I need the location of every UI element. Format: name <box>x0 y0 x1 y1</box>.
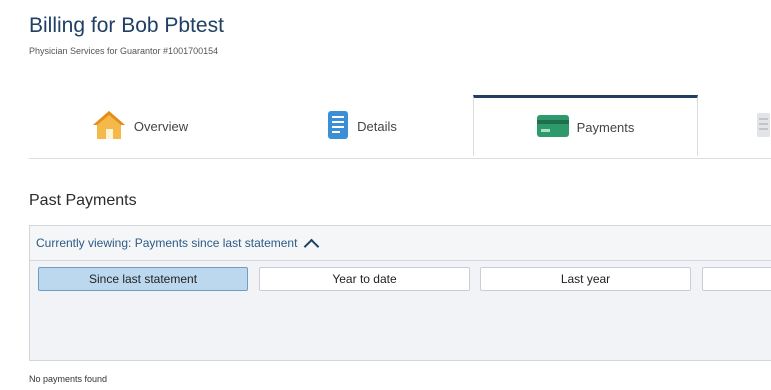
billing-card: Billing for Bob Pbtest Physician Service… <box>0 0 771 390</box>
viewing-toggle[interactable]: Currently viewing: Payments since last s… <box>36 236 297 250</box>
panel-header[interactable]: Currently viewing: Payments since last s… <box>30 226 771 261</box>
tab-statements[interactable] <box>754 95 771 158</box>
tab-bar: Overview Details Payments <box>29 95 771 159</box>
chevron-up-icon[interactable] <box>304 238 320 254</box>
payments-panel: Currently viewing: Payments since last s… <box>29 225 771 361</box>
tab-details[interactable]: Details <box>251 95 473 158</box>
filter-last-year[interactable]: Last year <box>480 267 691 291</box>
page-subtitle: Physician Services for Guarantor #100170… <box>29 46 219 56</box>
filter-since-last-statement[interactable]: Since last statement <box>38 267 248 291</box>
tab-details-label: Details <box>357 119 397 134</box>
filter-custom[interactable] <box>702 267 771 291</box>
tab-overview[interactable]: Overview <box>29 95 251 158</box>
statement-icon <box>756 112 770 141</box>
page-title: Billing for Bob Pbtest <box>29 14 224 37</box>
tab-payments-label: Payments <box>576 119 635 135</box>
empty-message: No payments found <box>29 374 108 384</box>
tab-overview-label: Overview <box>133 119 189 134</box>
filter-year-to-date[interactable]: Year to date <box>259 267 470 291</box>
house-icon <box>92 110 126 143</box>
document-icon <box>327 110 349 143</box>
section-title: Past Payments <box>29 192 137 209</box>
credit-card-icon <box>536 114 569 140</box>
tab-payments[interactable]: Payments <box>473 95 698 158</box>
